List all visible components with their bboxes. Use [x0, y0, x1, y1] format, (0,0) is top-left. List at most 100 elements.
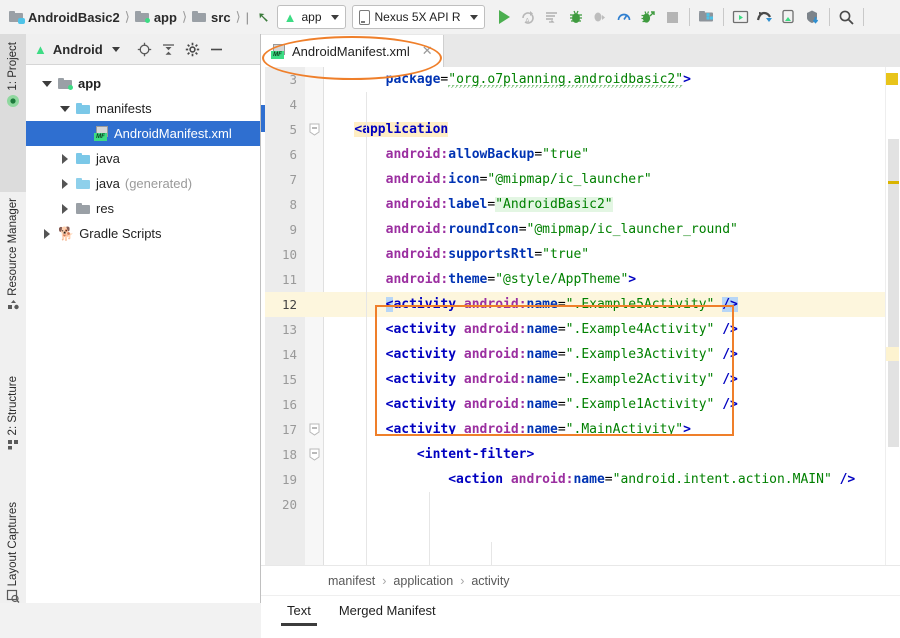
tree-twisty[interactable] — [76, 127, 89, 140]
code-line[interactable]: <activity android:name=".Example2Activit… — [323, 367, 900, 392]
project-tool-window: ▲ Android appmanifestsMFAndroidManife — [26, 34, 261, 603]
device-file-explorer-icon[interactable] — [777, 5, 800, 29]
hammer-icon[interactable]: ➚ — [252, 8, 275, 26]
code-line[interactable] — [323, 92, 900, 117]
profile-button[interactable] — [613, 5, 636, 29]
attach-debugger-button[interactable] — [589, 5, 612, 29]
run-configuration-selector[interactable]: ▲ app — [276, 5, 346, 29]
sidebar-item-structure[interactable]: 2: Structure — [0, 370, 26, 494]
chevron-right-icon[interactable] — [58, 202, 71, 215]
gear-icon[interactable] — [184, 40, 202, 58]
code-line[interactable]: android:theme="@style/AppTheme"> — [323, 267, 900, 292]
code-line[interactable]: <action android:name="android.intent.act… — [323, 467, 900, 492]
chevron-down-icon[interactable] — [40, 77, 53, 90]
tree-item-app[interactable]: app — [26, 71, 260, 96]
project-view-selector[interactable]: ▲ Android — [34, 42, 120, 57]
xml-breadcrumb-item[interactable]: manifest — [328, 574, 375, 588]
code-token: android: — [463, 372, 527, 387]
tree-item-java[interactable]: java — [26, 146, 260, 171]
tree-item-gradle-scripts[interactable]: 🐕 Gradle Scripts — [26, 221, 260, 246]
run-with-coverage-button[interactable] — [637, 5, 660, 29]
tab-merged-manifest[interactable]: Merged Manifest — [327, 596, 448, 624]
sdk-manager-icon[interactable] — [753, 5, 776, 29]
minus-icon[interactable] — [208, 40, 226, 58]
toolbar-divider — [828, 8, 830, 26]
breadcrumb-separator-icon: ⟩ — [181, 9, 188, 24]
code-token: android: — [463, 322, 527, 337]
device-download-icon[interactable] — [801, 5, 824, 29]
code-line[interactable]: <activity android:name=".Example3Activit… — [323, 342, 900, 367]
chevron-down-icon[interactable] — [58, 102, 71, 115]
breadcrumb-item-project[interactable]: AndroidBasic2 — [6, 10, 123, 25]
sidebar-item-resource-manager[interactable]: Resource Manager — [0, 192, 26, 366]
fold-collapse-icon[interactable] — [309, 448, 320, 461]
stop-button[interactable] — [661, 5, 684, 29]
code-line[interactable]: <activity android:name=".Example1Activit… — [323, 392, 900, 417]
editor-tab-androidmanifest[interactable]: MF AndroidManifest.xml ✕ — [261, 35, 444, 67]
code-line[interactable]: <activity android:name=".MainActivity"> — [323, 417, 900, 442]
apply-changes-button[interactable]: A — [517, 5, 540, 29]
module-folder-icon — [58, 77, 73, 90]
code-token: android: — [385, 197, 449, 212]
sidebar-item-project[interactable]: 1: Project — [0, 34, 26, 192]
warning-line-marker[interactable] — [888, 181, 899, 184]
breadcrumb-item-app[interactable]: app — [132, 10, 180, 25]
code-token: label — [448, 197, 488, 212]
tab-text[interactable]: Text — [275, 596, 323, 626]
search-icon[interactable] — [835, 5, 858, 29]
tree-item-manifests[interactable]: manifests — [26, 96, 260, 121]
fold-collapse-icon[interactable] — [309, 423, 320, 436]
code-line[interactable]: android:roundIcon="@mipmap/ic_launcher_r… — [323, 217, 900, 242]
code-line[interactable]: <activity android:name=".Example5Activit… — [323, 292, 900, 317]
project-panel-tools — [136, 40, 226, 58]
code-line[interactable]: android:allowBackup="true" — [323, 142, 900, 167]
chevron-right-icon: › — [382, 574, 387, 588]
code-line[interactable]: android:icon="@mipmap/ic_launcher" — [323, 167, 900, 192]
editor-scrollbar-thumb[interactable] — [888, 139, 899, 447]
breadcrumb-item-src[interactable]: src — [189, 10, 234, 25]
avd-manager-icon[interactable] — [729, 5, 752, 29]
xml-breadcrumb-item[interactable]: activity — [471, 574, 509, 588]
code-editor[interactable]: 3 4 5 6 7 8 9 10 11 12 13 14 15 16 17 18 19 20 package="o… — [261, 67, 900, 565]
chevron-down-icon — [469, 14, 478, 20]
chevron-right-icon[interactable] — [40, 227, 53, 240]
code-line[interactable]: <intent-filter> — [323, 442, 900, 467]
run-button[interactable] — [493, 5, 516, 29]
code-line[interactable]: android:label="AndroidBasic2" — [323, 192, 900, 217]
tree-item-res[interactable]: res — [26, 196, 260, 221]
code-line[interactable]: <application — [323, 117, 900, 142]
xml-breadcrumb-item[interactable]: application — [393, 574, 453, 588]
tree-item-java[interactable]: java (generated) — [26, 171, 260, 196]
sidebar-item-layout-captures[interactable]: Layout Captures — [0, 496, 26, 632]
code-token: package — [385, 72, 441, 87]
chevron-right-icon[interactable] — [58, 177, 71, 190]
collapse-all-icon[interactable] — [160, 40, 178, 58]
tree-item-label: Gradle Scripts — [79, 226, 162, 241]
code-line[interactable]: package="org.o7planning.androidbasic2"> — [323, 67, 900, 92]
fold-collapse-icon[interactable] — [309, 123, 320, 136]
code-line[interactable] — [323, 492, 900, 517]
code-token: <intent-filter> — [416, 447, 535, 462]
code-token: > — [683, 72, 691, 87]
code-line[interactable]: android:supportsRtl="true" — [323, 242, 900, 267]
error-stripe[interactable] — [885, 67, 900, 565]
chevron-right-icon[interactable] — [58, 152, 71, 165]
code-token: /> — [722, 322, 738, 337]
code-text[interactable]: package="org.o7planning.androidbasic2"> … — [323, 67, 900, 565]
debug-button[interactable] — [565, 5, 588, 29]
device-selector[interactable]: Nexus 5X API R — [351, 5, 485, 29]
code-token: icon — [448, 172, 480, 187]
resource-manager-icon — [7, 299, 20, 315]
warning-stripe-marker[interactable] — [886, 73, 898, 85]
target-icon[interactable] — [136, 40, 154, 58]
code-token: ".Example1Activity" — [565, 397, 715, 412]
apply-code-changes-button[interactable] — [541, 5, 564, 29]
gradle-sync-icon[interactable] — [695, 5, 718, 29]
code-token: allowBackup — [448, 147, 535, 162]
code-line[interactable]: <activity android:name=".Example4Activit… — [323, 317, 900, 342]
close-icon[interactable]: ✕ — [422, 43, 433, 59]
tree-item-androidmanifest-xml[interactable]: MF AndroidManifest.xml — [26, 121, 260, 146]
